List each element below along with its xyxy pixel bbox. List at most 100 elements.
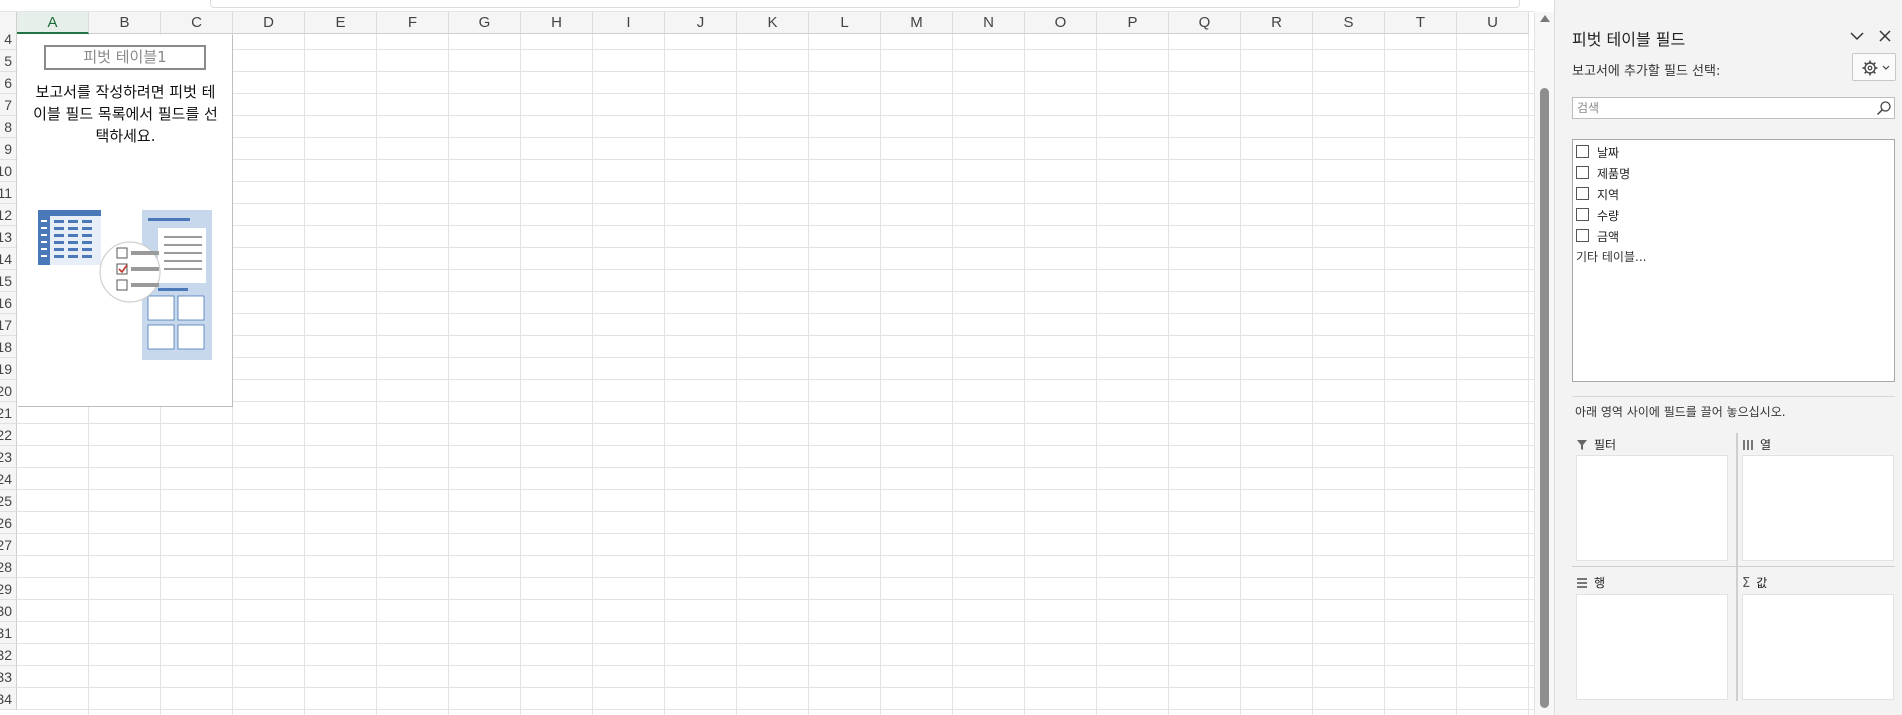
row-header[interactable]: 30 bbox=[0, 600, 17, 622]
area-splitter-vertical bbox=[1736, 433, 1738, 701]
row-header[interactable]: 28 bbox=[0, 556, 17, 578]
row-number: 23 bbox=[0, 449, 12, 465]
row-header[interactable]: 9 bbox=[0, 138, 17, 160]
tools-button[interactable] bbox=[1852, 53, 1896, 81]
row-header[interactable]: 21 bbox=[0, 402, 17, 424]
row-header[interactable]: 25 bbox=[0, 490, 17, 512]
gridline bbox=[17, 115, 1534, 116]
column-header[interactable]: D bbox=[233, 12, 305, 34]
column-header[interactable]: K bbox=[737, 12, 809, 34]
close-icon[interactable] bbox=[1875, 26, 1895, 46]
search-icon[interactable] bbox=[1876, 100, 1892, 116]
row-header[interactable]: 22 bbox=[0, 424, 17, 446]
gridline bbox=[17, 401, 1534, 402]
row-header[interactable]: 33 bbox=[0, 666, 17, 688]
row-header[interactable]: 29 bbox=[0, 578, 17, 600]
row-number: 14 bbox=[0, 251, 12, 267]
row-number: 16 bbox=[0, 295, 12, 311]
row-header[interactable]: 4 bbox=[0, 28, 17, 50]
column-header[interactable]: T bbox=[1385, 12, 1457, 34]
column-header[interactable]: A bbox=[17, 12, 89, 34]
row-header[interactable]: 17 bbox=[0, 314, 17, 336]
row-header[interactable]: 31 bbox=[0, 622, 17, 644]
row-header[interactable]: 20 bbox=[0, 380, 17, 402]
row-number: 26 bbox=[0, 515, 12, 531]
row-number: 11 bbox=[0, 185, 12, 201]
column-header[interactable]: O bbox=[1025, 12, 1097, 34]
gridline bbox=[17, 533, 1534, 534]
filters-area-label: 필터 bbox=[1576, 436, 1616, 453]
worksheet-grid[interactable]: ABCDEFGHIJKLMNOPQRSTU 4 5 6 7 8 9 10 11 12 13 14 15… bbox=[0, 0, 1534, 715]
row-header[interactable]: 8 bbox=[0, 116, 17, 138]
chevron-down-icon[interactable] bbox=[1847, 26, 1867, 46]
values-drop-area[interactable] bbox=[1742, 594, 1894, 700]
drag-hint-text: 아래 영역 사이에 필드를 끌어 놓으십시오. bbox=[1575, 405, 1786, 419]
row-header[interactable]: 13 bbox=[0, 226, 17, 248]
rows-icon bbox=[1577, 578, 1587, 588]
row-header[interactable]: 32 bbox=[0, 644, 17, 666]
column-header[interactable]: H bbox=[521, 12, 593, 34]
column-header[interactable]: J bbox=[665, 12, 737, 34]
column-header[interactable]: L bbox=[809, 12, 881, 34]
column-header[interactable]: P bbox=[1097, 12, 1169, 34]
search-input[interactable] bbox=[1577, 99, 1867, 117]
row-number: 32 bbox=[0, 647, 12, 663]
column-header[interactable]: R bbox=[1241, 12, 1313, 34]
column-header[interactable]: E bbox=[305, 12, 377, 34]
row-header[interactable]: 24 bbox=[0, 468, 17, 490]
rows-drop-area[interactable] bbox=[1576, 594, 1728, 700]
column-header[interactable]: N bbox=[953, 12, 1025, 34]
column-header[interactable]: S bbox=[1313, 12, 1385, 34]
row-number: 21 bbox=[0, 405, 12, 421]
checkbox[interactable] bbox=[1576, 208, 1589, 221]
column-header[interactable]: Q bbox=[1169, 12, 1241, 34]
columns-icon bbox=[1743, 440, 1753, 450]
field-search-box[interactable] bbox=[1572, 97, 1895, 119]
checkbox[interactable] bbox=[1576, 229, 1589, 242]
column-header[interactable]: U bbox=[1457, 12, 1529, 34]
pivot-table-placeholder[interactable]: 피벗 테이블1 보고서를 작성하려면 피벗 테 이블 필드 목록에서 필드를 선… bbox=[18, 35, 233, 407]
row-header[interactable]: 34 bbox=[0, 688, 17, 710]
row-header[interactable]: 14 bbox=[0, 248, 17, 270]
column-header[interactable]: F bbox=[377, 12, 449, 34]
pivot-field-pane: 피벗 테이블 필드 보고서에 추가할 필드 선택: 날짜 제품 bbox=[1554, 0, 1902, 715]
row-header[interactable]: 12 bbox=[0, 204, 17, 226]
row-header[interactable]: 15 bbox=[0, 270, 17, 292]
pivot-table-name: 피벗 테이블1 bbox=[44, 45, 206, 70]
checkbox[interactable] bbox=[1576, 187, 1589, 200]
gridline bbox=[17, 159, 1534, 160]
vertical-scrollbar[interactable] bbox=[1534, 12, 1554, 715]
field-label: 금액 bbox=[1597, 230, 1620, 244]
gridline bbox=[17, 555, 1534, 556]
checkbox[interactable] bbox=[1576, 166, 1589, 179]
row-header[interactable]: 5 bbox=[0, 50, 17, 72]
row-header[interactable]: 19 bbox=[0, 358, 17, 380]
column-header[interactable]: C bbox=[161, 12, 233, 34]
scroll-up-icon[interactable] bbox=[1540, 15, 1550, 22]
pivot-help-line: 보고서를 작성하려면 피벗 테 bbox=[35, 83, 216, 101]
row-header[interactable]: 26 bbox=[0, 512, 17, 534]
columns-drop-area[interactable] bbox=[1742, 455, 1894, 561]
column-header[interactable]: G bbox=[449, 12, 521, 34]
row-header[interactable]: 11 bbox=[0, 182, 17, 204]
row-header[interactable]: 10 bbox=[0, 160, 17, 182]
row-header[interactable]: 18 bbox=[0, 336, 17, 358]
gridline bbox=[17, 621, 1534, 622]
row-number: 20 bbox=[0, 383, 12, 399]
column-header[interactable]: B bbox=[89, 12, 161, 34]
column-header[interactable]: I bbox=[593, 12, 665, 34]
pivot-help-text: 보고서를 작성하려면 피벗 테 이블 필드 목록에서 필드를 선 택하세요. bbox=[22, 81, 229, 147]
filters-drop-area[interactable] bbox=[1576, 455, 1728, 561]
scrollbar-thumb[interactable] bbox=[1540, 88, 1549, 708]
checkbox[interactable] bbox=[1576, 145, 1589, 158]
row-header[interactable]: 23 bbox=[0, 446, 17, 468]
row-number: 19 bbox=[0, 361, 12, 377]
filter-icon bbox=[1577, 440, 1587, 450]
row-header[interactable]: 27 bbox=[0, 534, 17, 556]
row-header[interactable]: 7 bbox=[0, 94, 17, 116]
row-header[interactable]: 6 bbox=[0, 72, 17, 94]
pivot-help-line: 택하세요. bbox=[95, 127, 156, 145]
more-tables-link[interactable]: 기타 테이블... bbox=[1576, 248, 1646, 265]
column-header[interactable]: M bbox=[881, 12, 953, 34]
row-header[interactable]: 16 bbox=[0, 292, 17, 314]
